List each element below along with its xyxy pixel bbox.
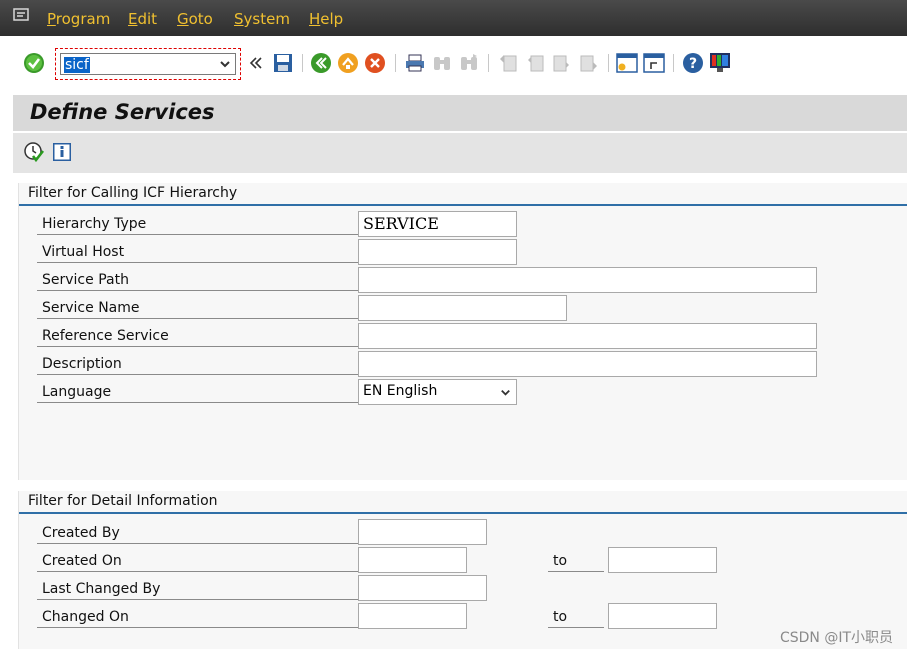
menu-program[interactable]: Program <box>47 10 110 28</box>
help-icon[interactable]: ? <box>682 52 704 74</box>
print-icon[interactable] <box>404 52 426 74</box>
group-icf-hierarchy-filter: Filter for Calling ICF Hierarchy Hierarc… <box>18 183 907 480</box>
menu-help[interactable]: Help <box>309 10 343 28</box>
service-path-field[interactable] <box>358 267 817 293</box>
label-last-changed-by: Last Changed By <box>37 578 375 600</box>
changed-on-to-field[interactable] <box>608 603 717 629</box>
group-title: Filter for Detail Information <box>28 493 218 509</box>
created-on-from-field[interactable] <box>358 547 467 573</box>
label-virtual-host: Virtual Host <box>37 241 375 263</box>
system-menu-icon[interactable] <box>13 8 31 22</box>
created-by-field[interactable] <box>358 519 487 545</box>
group-detail-information-filter: Filter for Detail Information Created By… <box>18 491 907 649</box>
new-session-icon[interactable] <box>616 52 638 74</box>
label-created-by: Created By <box>37 522 375 544</box>
shortcut-icon[interactable] <box>643 52 665 74</box>
information-icon[interactable] <box>51 141 73 163</box>
reference-service-field[interactable] <box>358 323 817 349</box>
label-service-name: Service Name <box>37 297 375 319</box>
watermark: CSDN @IT小职员 <box>779 630 893 646</box>
last-changed-by-field[interactable] <box>358 575 487 601</box>
label-changed-on-to: to <box>548 606 604 628</box>
label-language: Language <box>37 381 375 403</box>
label-description: Description <box>37 353 375 375</box>
command-field-box: sicf <box>55 48 241 80</box>
language-select[interactable]: EN English <box>358 379 517 405</box>
label-changed-on: Changed On <box>37 606 375 628</box>
label-hierarchy-type: Hierarchy Type <box>37 213 375 235</box>
title-bar: Define Services <box>13 95 907 131</box>
service-name-field[interactable] <box>358 295 567 321</box>
chevron-down-icon[interactable] <box>499 386 512 399</box>
description-field[interactable] <box>358 351 817 377</box>
save-icon[interactable] <box>272 52 294 74</box>
enter-icon[interactable] <box>23 52 45 74</box>
label-service-path: Service Path <box>37 269 375 291</box>
last-page-icon[interactable] <box>578 52 600 74</box>
svg-text:?: ? <box>689 56 697 72</box>
find-next-icon[interactable] <box>458 52 480 74</box>
find-icon[interactable] <box>431 52 453 74</box>
menu-system[interactable]: System <box>234 10 290 28</box>
page-title: Define Services <box>30 100 215 124</box>
virtual-host-field[interactable] <box>358 239 517 265</box>
menu-goto[interactable]: Goto <box>177 10 213 28</box>
command-field-text: sicf <box>64 57 90 73</box>
menu-edit[interactable]: Edit <box>128 10 157 28</box>
back-icon[interactable] <box>310 52 332 74</box>
changed-on-from-field[interactable] <box>358 603 467 629</box>
execute-icon[interactable] <box>23 141 45 163</box>
menu-bar: Program Edit Goto System Help <box>0 0 907 36</box>
standard-toolbar: sicf ? <box>0 36 907 90</box>
group-title: Filter for Calling ICF Hierarchy <box>28 185 238 201</box>
chevron-down-icon[interactable] <box>218 57 232 71</box>
exit-icon[interactable] <box>337 52 359 74</box>
customize-layout-icon[interactable] <box>709 52 731 74</box>
label-created-on-to: to <box>548 550 604 572</box>
previous-page-icon[interactable] <box>524 52 546 74</box>
application-toolbar <box>13 133 907 173</box>
created-on-to-field[interactable] <box>608 547 717 573</box>
label-created-on: Created On <box>37 550 375 572</box>
cancel-icon[interactable] <box>364 52 386 74</box>
next-page-icon[interactable] <box>551 52 573 74</box>
label-reference-service: Reference Service <box>37 325 375 347</box>
first-page-icon[interactable] <box>497 52 519 74</box>
language-select-value: EN English <box>363 383 438 399</box>
collapse-icon[interactable] <box>245 52 267 74</box>
hierarchy-type-field[interactable]: SERVICE <box>358 211 517 237</box>
